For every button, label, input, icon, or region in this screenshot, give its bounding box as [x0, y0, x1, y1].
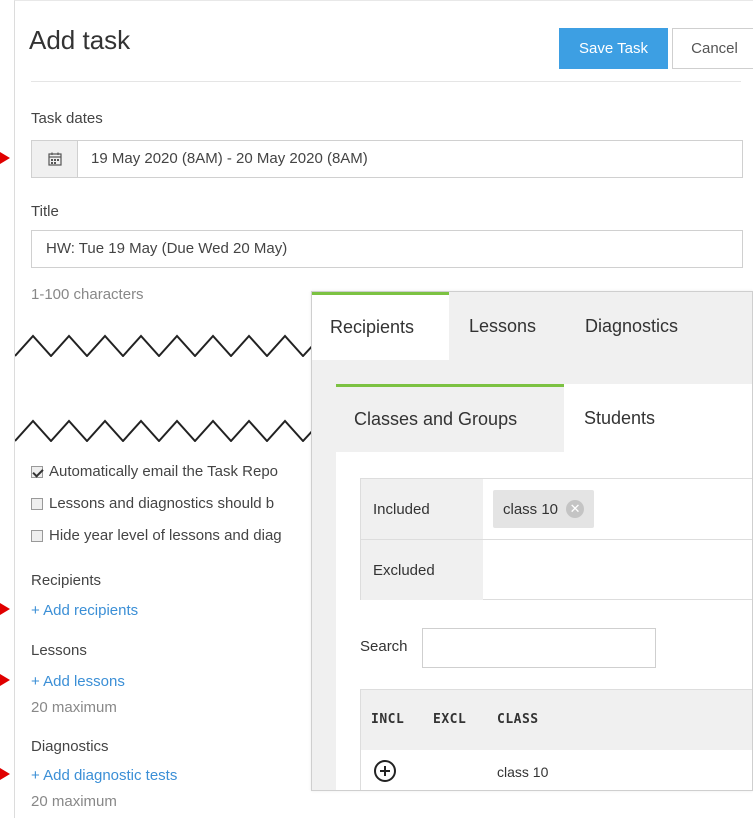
search-input[interactable] [422, 628, 656, 668]
title-hint: 1-100 characters [31, 286, 144, 303]
option-auto-email[interactable]: Automatically email the Task Repo [31, 463, 278, 480]
diagnostics-label: Diagnostics [31, 738, 109, 755]
section-break-top [15, 334, 315, 357]
diagnostics-hint: 20 maximum [31, 793, 117, 810]
include-exclude-box: Included class 10 ✕ Excluded [360, 478, 752, 600]
classes-table: INCL EXCL CLASS class 10 [360, 689, 752, 790]
header-class: CLASS [497, 712, 539, 727]
add-recipients-link[interactable]: + Add recipients [31, 602, 138, 619]
include-plus-icon[interactable] [374, 760, 396, 782]
included-chip-label: class 10 [503, 500, 559, 518]
tab-students[interactable]: Students [584, 384, 704, 452]
section-break-bottom [15, 419, 315, 442]
task-dates-field[interactable]: 19 May 2020 (8AM) - 20 May 2020 (8AM) [31, 140, 743, 178]
task-dates-label: Task dates [31, 110, 103, 127]
task-dates-value: 19 May 2020 (8AM) - 20 May 2020 (8AM) [91, 150, 368, 167]
option-hide-year-label: Hide year level of lessons and diag [49, 527, 282, 544]
included-chip[interactable]: class 10 ✕ [493, 490, 595, 528]
add-diagnostic-tests-link[interactable]: + Add diagnostic tests [31, 767, 177, 784]
option-lessons-order[interactable]: Lessons and diagnostics should b [31, 495, 274, 512]
annotation-arrow-dates [0, 152, 10, 164]
checkbox-lessons-order[interactable] [31, 497, 43, 510]
page-title: Add task [29, 25, 131, 55]
tab-diagnostics[interactable]: Diagnostics [585, 292, 725, 360]
option-hide-year[interactable]: Hide year level of lessons and diag [31, 527, 282, 544]
recipients-panel: Recipients Lessons Diagnostics Classes a… [311, 291, 753, 791]
recipients-content: Classes and Groups Students Included cla… [336, 384, 752, 790]
table-header: INCL EXCL CLASS [361, 690, 752, 750]
tab-lessons[interactable]: Lessons [469, 292, 569, 360]
recipients-label: Recipients [31, 572, 102, 589]
lessons-hint: 20 maximum [31, 699, 117, 716]
included-label: Included [361, 479, 483, 539]
annotation-arrow-recipients [0, 603, 10, 615]
header-incl: INCL [371, 712, 405, 727]
save-task-button[interactable]: Save Task [559, 28, 668, 69]
excluded-label: Excluded [361, 540, 483, 600]
tab-recipients[interactable]: Recipients [312, 292, 449, 360]
annotation-arrow-diagnostics [0, 768, 10, 780]
search-label: Search [360, 638, 408, 655]
header-divider [31, 81, 741, 82]
cancel-button[interactable]: Cancel [672, 28, 753, 69]
checkbox-hide-year[interactable] [31, 529, 43, 542]
checkbox-auto-email[interactable] [31, 465, 43, 478]
add-lessons-link[interactable]: + Add lessons [31, 673, 125, 690]
table-row-class: class 10 [497, 764, 549, 780]
option-lessons-order-label: Lessons and diagnostics should b [49, 495, 275, 512]
annotation-arrow-lessons [0, 674, 10, 686]
remove-chip-icon[interactable]: ✕ [566, 500, 585, 518]
title-label: Title [31, 203, 59, 220]
tab-classes-and-groups[interactable]: Classes and Groups [336, 384, 564, 452]
lessons-label: Lessons [31, 642, 87, 659]
header-excl: EXCL [433, 712, 467, 727]
title-input[interactable]: HW: Tue 19 May (Due Wed 20 May) [31, 230, 743, 268]
option-auto-email-label: Automatically email the Task Repo [49, 463, 278, 480]
calendar-icon[interactable] [32, 141, 78, 177]
